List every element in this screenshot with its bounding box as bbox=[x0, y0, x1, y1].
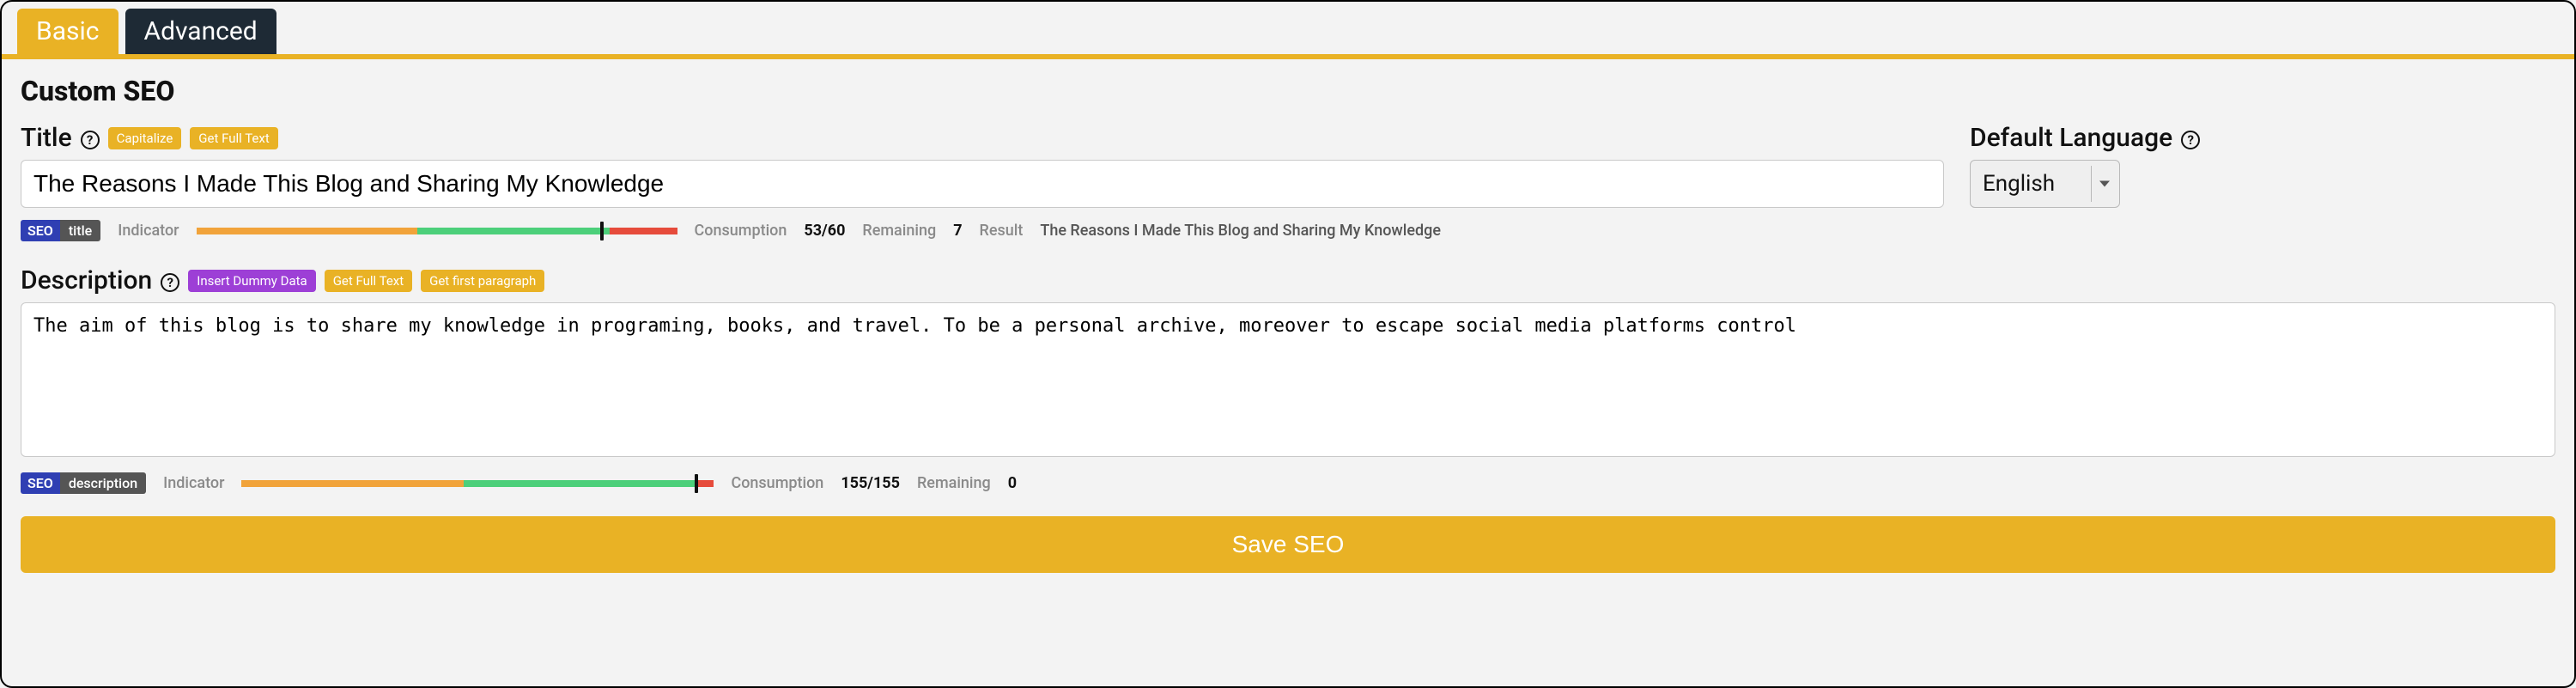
help-icon[interactable]: ? bbox=[2181, 131, 2200, 149]
title-remaining-value: 7 bbox=[953, 222, 962, 240]
content: Custom SEO Title ? Capitalize Get Full T… bbox=[2, 59, 2574, 592]
desc-consumption-value: 155/155 bbox=[841, 474, 900, 492]
tab-basic[interactable]: Basic bbox=[17, 9, 118, 54]
title-input[interactable] bbox=[21, 160, 1944, 208]
description-label: Description bbox=[21, 265, 152, 295]
section-title: Custom SEO bbox=[21, 75, 2555, 107]
seo-tag-left: SEO bbox=[21, 220, 60, 241]
bar-seg-orange bbox=[197, 228, 418, 234]
save-seo-button[interactable]: Save SEO bbox=[21, 516, 2555, 573]
language-header: Default Language ? bbox=[1970, 123, 2200, 153]
seo-title-tag: SEO title bbox=[21, 220, 100, 241]
desc-remaining-label: Remaining bbox=[917, 474, 991, 492]
chevron-down-icon bbox=[2099, 181, 2110, 187]
description-indicator-bar bbox=[241, 480, 714, 487]
title-meta-row: SEO title Indicator Consumption 53/60 Re… bbox=[21, 220, 1944, 241]
language-label: Default Language bbox=[1970, 123, 2172, 153]
seo-tag-right: title bbox=[60, 220, 100, 241]
title-indicator-bar bbox=[197, 228, 677, 234]
title-label: Title bbox=[21, 123, 72, 153]
get-full-text-desc-button[interactable]: Get Full Text bbox=[325, 270, 412, 292]
seo-tag-right: description bbox=[60, 472, 146, 494]
title-consumption-value: 53/60 bbox=[804, 222, 845, 240]
bar-seg-green bbox=[417, 228, 610, 234]
desc-consumption-label: Consumption bbox=[731, 474, 823, 492]
bar-seg-green bbox=[464, 480, 696, 487]
description-header: Description ? Insert Dummy Data Get Full… bbox=[21, 265, 2555, 295]
title-consumption-label: Consumption bbox=[695, 222, 787, 240]
title-header: Title ? Capitalize Get Full Text bbox=[21, 123, 1944, 153]
title-remaining-label: Remaining bbox=[862, 222, 936, 240]
title-result-value: The Reasons I Made This Blog and Sharing… bbox=[1040, 222, 1441, 240]
capitalize-button[interactable]: Capitalize bbox=[108, 127, 182, 149]
bar-marker bbox=[600, 222, 604, 240]
tab-advanced[interactable]: Advanced bbox=[125, 9, 276, 54]
help-icon[interactable]: ? bbox=[81, 131, 100, 149]
insert-dummy-button[interactable]: Insert Dummy Data bbox=[188, 270, 315, 292]
language-selected: English bbox=[1983, 171, 2055, 197]
tabs: Basic Advanced bbox=[2, 2, 2574, 54]
bar-seg-red bbox=[610, 228, 677, 234]
desc-remaining-value: 0 bbox=[1008, 474, 1017, 492]
bar-marker bbox=[695, 474, 698, 493]
title-result-label: Result bbox=[980, 222, 1024, 240]
get-first-paragraph-button[interactable]: Get first paragraph bbox=[421, 270, 544, 292]
language-select[interactable]: English bbox=[1970, 160, 2120, 208]
title-and-language-row: Title ? Capitalize Get Full Text SEO tit… bbox=[21, 123, 2555, 241]
seo-description-tag: SEO description bbox=[21, 472, 146, 494]
title-indicator-label: Indicator bbox=[118, 222, 179, 240]
language-column: Default Language ? English bbox=[1970, 123, 2200, 208]
description-block: Description ? Insert Dummy Data Get Full… bbox=[21, 265, 2555, 494]
seo-tag-left: SEO bbox=[21, 472, 60, 494]
description-meta-row: SEO description Indicator Consumption 15… bbox=[21, 472, 2555, 494]
bar-seg-orange bbox=[241, 480, 464, 487]
help-icon[interactable]: ? bbox=[161, 273, 179, 292]
get-full-text-title-button[interactable]: Get Full Text bbox=[190, 127, 277, 149]
description-textarea[interactable] bbox=[21, 302, 2555, 457]
seo-editor-window: Basic Advanced Custom SEO Title ? Capita… bbox=[0, 0, 2576, 688]
desc-indicator-label: Indicator bbox=[163, 474, 224, 492]
title-column: Title ? Capitalize Get Full Text SEO tit… bbox=[21, 123, 1944, 241]
